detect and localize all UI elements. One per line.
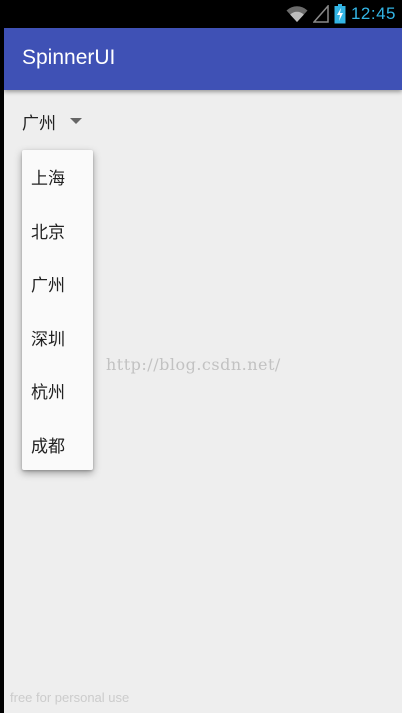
spinner-dropdown: 上海 北京 广州 深圳 杭州 成都 <box>22 150 93 470</box>
signal-icon <box>312 5 329 23</box>
dropdown-item-guangzhou[interactable]: 广州 <box>22 257 93 311</box>
url-watermark: http://blog.csdn.net/ <box>106 355 281 374</box>
dropdown-item-chengdu[interactable]: 成都 <box>22 418 93 472</box>
dropdown-item-shanghai[interactable]: 上海 <box>22 150 93 204</box>
app-toolbar: SpinnerUI <box>4 28 402 90</box>
status-bar: 12:45 <box>0 0 402 28</box>
wifi-icon <box>286 6 308 22</box>
battery-charging-icon <box>334 4 346 24</box>
status-time: 12:45 <box>350 4 396 23</box>
dropdown-item-hangzhou[interactable]: 杭州 <box>22 364 93 418</box>
footer-watermark: free for personal use <box>10 690 130 705</box>
dropdown-item-shenzhen[interactable]: 深圳 <box>22 311 93 365</box>
dropdown-arrow-icon <box>70 118 82 124</box>
city-spinner[interactable]: 广州 <box>22 104 82 138</box>
spinner-selected-value: 广州 <box>22 113 56 134</box>
dropdown-item-beijing[interactable]: 北京 <box>22 204 93 258</box>
app-title: SpinnerUI <box>22 46 116 69</box>
app-window: SpinnerUI 广州 上海 北京 广州 深圳 杭州 成都 http://bl… <box>4 28 402 713</box>
